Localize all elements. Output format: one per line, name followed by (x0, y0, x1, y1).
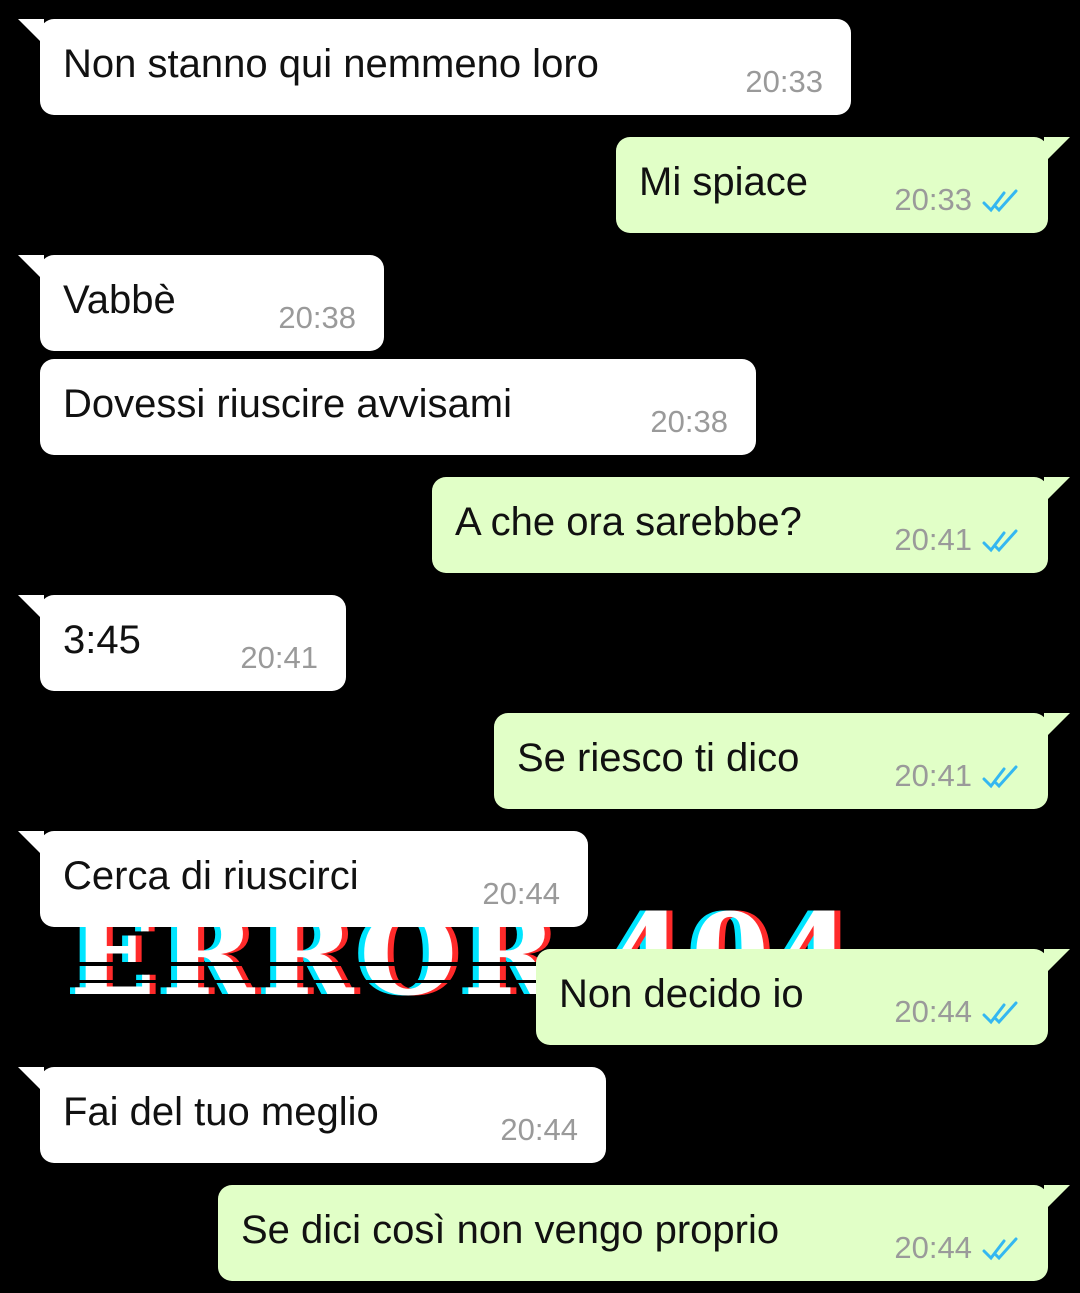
bubble-tail (18, 19, 44, 45)
double-check-read-icon (982, 1001, 1018, 1025)
message-timestamp: 20:44 (482, 876, 560, 911)
bubble-tail (18, 1067, 44, 1093)
message-outgoing[interactable]: Non decido io 20:44 (536, 949, 1070, 1045)
message-incoming[interactable]: Non stanno qui nemmeno loro 20:33 (18, 19, 851, 115)
double-check-read-icon (982, 1237, 1018, 1261)
message-timestamp: 20:33 (894, 182, 972, 217)
message-text: Non stanno qui nemmeno loro (63, 42, 599, 86)
message-timestamp: 20:33 (745, 64, 823, 99)
message-incoming[interactable]: Cerca di riuscirci 20:44 (18, 831, 588, 927)
message-timestamp: 20:38 (650, 404, 728, 439)
message-text: Cerca di riuscirci (63, 854, 359, 898)
message-timestamp: 20:41 (894, 522, 972, 557)
bubble-tail (18, 595, 44, 621)
bubble-tail (18, 255, 44, 281)
double-check-read-icon (982, 765, 1018, 789)
bubble-tail (1044, 1185, 1070, 1211)
message-incoming[interactable]: Fai del tuo meglio 20:44 (18, 1067, 606, 1163)
message-outgoing[interactable]: Mi spiace 20:33 (616, 137, 1070, 233)
message-incoming[interactable]: 3:45 20:41 (18, 595, 346, 691)
bubble-tail (1044, 949, 1070, 975)
bubble-tail (1044, 713, 1070, 739)
message-text: Dovessi riuscire avvisami (63, 382, 512, 426)
chat-conversation: ERROR 404 ERROR 404 ERROR 404 Non stanno… (0, 0, 1080, 1293)
double-check-read-icon (982, 189, 1018, 213)
message-text: Fai del tuo meglio (63, 1090, 379, 1134)
message-outgoing[interactable]: A che ora sarebbe? 20:41 (432, 477, 1070, 573)
bubble-tail (18, 831, 44, 857)
message-text: Non decido io (559, 972, 804, 1016)
message-incoming[interactable]: Vabbè 20:38 (18, 255, 384, 351)
bubble-tail (1044, 137, 1070, 163)
message-text: Se riesco ti dico (517, 736, 800, 780)
message-timestamp: 20:41 (894, 758, 972, 793)
message-text: A che ora sarebbe? (455, 500, 802, 544)
message-incoming[interactable]: Dovessi riuscire avvisami 20:38 (40, 359, 756, 455)
message-outgoing[interactable]: Se dici così non vengo proprio 20:44 (218, 1185, 1070, 1281)
double-check-read-icon (982, 529, 1018, 553)
message-timestamp: 20:38 (278, 300, 356, 335)
message-timestamp: 20:44 (894, 1230, 972, 1265)
message-text: Mi spiace (639, 160, 808, 204)
message-outgoing[interactable]: Se riesco ti dico 20:41 (494, 713, 1070, 809)
message-text: 3:45 (63, 618, 141, 662)
message-timestamp: 20:41 (240, 640, 318, 675)
bubble-tail (1044, 477, 1070, 503)
message-text: Vabbè (63, 278, 176, 322)
message-timestamp: 20:44 (500, 1112, 578, 1147)
message-text: Se dici così non vengo proprio (241, 1208, 780, 1252)
message-timestamp: 20:44 (894, 994, 972, 1029)
